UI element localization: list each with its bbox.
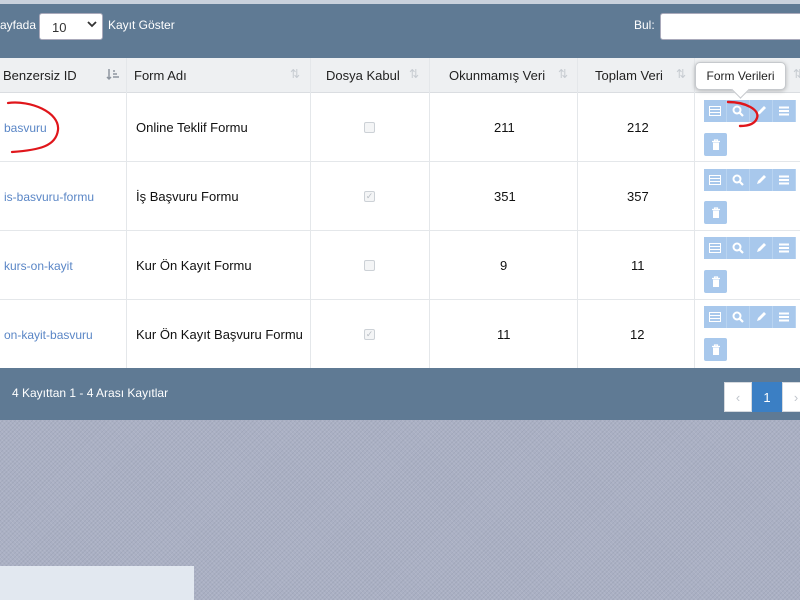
column-header-label: Form Adı [134, 68, 187, 83]
table-info: 4 Kayıttan 1 - 4 Arası Kayıtlar [12, 386, 169, 400]
pencil-icon[interactable] [750, 100, 773, 122]
unread-count: 9 [500, 258, 508, 273]
page-length-prefix: ayfada [0, 18, 37, 32]
sort-icon[interactable]: ⇅ [409, 67, 419, 81]
row-action-group [704, 100, 796, 122]
delete-button[interactable] [704, 133, 727, 156]
sort-icon[interactable]: ⇅ [558, 67, 568, 81]
column-header-label: Toplam Veri [595, 68, 663, 83]
form-id-link[interactable]: kurs-on-kayit [4, 259, 73, 273]
search-icon[interactable] [727, 306, 750, 328]
column-header-total[interactable]: Toplam Veri ⇅ [578, 58, 694, 93]
form-id-link[interactable]: on-kayit-basvuru [4, 328, 93, 342]
column-header-id[interactable]: Benzersiz ID [0, 58, 126, 93]
form-name: Kur Ön Kayıt Başvuru Formu [136, 327, 303, 342]
column-id: Benzersiz ID [0, 58, 127, 368]
row-action-group [704, 237, 796, 259]
pencil-icon[interactable] [750, 237, 773, 259]
search-input[interactable] [660, 13, 800, 40]
column-total: Toplam Veri ⇅ [578, 58, 695, 368]
tooltip-form-data: Form Verileri [695, 62, 786, 90]
page-length-suffix: Kayıt Göster [108, 18, 175, 32]
table-icon[interactable] [704, 169, 727, 191]
row-divider [0, 161, 800, 162]
column-form-name: Form Adı ⇅ [127, 58, 311, 368]
sort-icon[interactable]: ⇅ [676, 67, 686, 81]
search-icon[interactable] [727, 169, 750, 191]
list-icon[interactable] [773, 237, 796, 259]
list-icon[interactable] [773, 169, 796, 191]
search-icon[interactable] [727, 237, 750, 259]
bottom-panel [0, 566, 194, 600]
total-count: 12 [630, 327, 645, 342]
table-icon[interactable] [704, 100, 727, 122]
delete-button[interactable] [704, 201, 727, 224]
chevron-down-icon [87, 19, 97, 32]
unread-count: 351 [494, 189, 516, 204]
unread-count: 11 [497, 327, 511, 342]
sort-icon[interactable]: ⇅ [290, 67, 300, 81]
delete-button[interactable] [704, 270, 727, 293]
column-header-file-accept[interactable]: Dosya Kabul ⇅ [311, 58, 429, 93]
file-accept-checkbox [364, 260, 375, 271]
page-button-current[interactable]: 1 [752, 382, 782, 412]
page-length-select[interactable]: 10 [39, 13, 103, 40]
next-page-button[interactable]: › [782, 382, 800, 412]
form-name: Online Teklif Formu [136, 120, 248, 135]
pagination: ‹ 1 › [724, 382, 800, 412]
prev-page-button[interactable]: ‹ [724, 382, 752, 412]
table-footer: 4 Kayıttan 1 - 4 Arası Kayıtlar ‹ 1 › [0, 368, 800, 420]
sort-asc-icon[interactable] [106, 67, 120, 84]
list-icon[interactable] [773, 100, 796, 122]
search-label: Bul: [634, 18, 655, 32]
trash-icon [711, 275, 720, 287]
total-count: 212 [627, 120, 649, 135]
table-icon[interactable] [704, 237, 727, 259]
file-accept-checkbox: ✓ [364, 191, 375, 202]
file-accept-checkbox [364, 122, 375, 133]
table-icon[interactable] [704, 306, 727, 328]
search-icon[interactable] [727, 100, 750, 122]
column-file-accept: Dosya Kabul ⇅ [311, 58, 430, 368]
table-toolbar: ayfada 10 Kayıt Göster Bul: [0, 4, 800, 58]
column-header-unread[interactable]: Okunmamış Veri ⇅ [430, 58, 577, 93]
row-divider [0, 230, 800, 231]
pencil-icon[interactable] [750, 306, 773, 328]
row-action-group [704, 306, 796, 328]
total-count: 357 [627, 189, 649, 204]
column-header-label: Okunmamış Veri [449, 68, 546, 83]
delete-button[interactable] [704, 338, 727, 361]
list-icon[interactable] [773, 306, 796, 328]
unread-count: 211 [494, 120, 515, 135]
pencil-icon[interactable] [750, 169, 773, 191]
column-header-form-name[interactable]: Form Adı ⇅ [127, 58, 310, 93]
form-name: Kur Ön Kayıt Formu [136, 258, 252, 273]
column-unread: Okunmamış Veri ⇅ [430, 58, 578, 368]
form-id-link[interactable]: is-basvuru-formu [4, 190, 94, 204]
form-name: İş Başvuru Formu [136, 189, 239, 204]
column-header-label: Benzersiz ID [3, 68, 77, 83]
row-action-group [704, 169, 796, 191]
trash-icon [711, 138, 720, 150]
page-length-value: 10 [52, 20, 67, 35]
form-id-link[interactable]: basvuru [4, 121, 47, 135]
trash-icon [711, 206, 720, 218]
row-divider [0, 299, 800, 300]
forms-table: Benzersiz ID Form Adı ⇅ Dosya Kabul ⇅ Ok… [0, 58, 800, 368]
trash-icon [711, 343, 720, 355]
column-header-label: Dosya Kabul [326, 68, 400, 83]
total-count: 11 [631, 258, 645, 273]
sort-icon[interactable]: ⇅ [793, 67, 800, 81]
file-accept-checkbox: ✓ [364, 329, 375, 340]
